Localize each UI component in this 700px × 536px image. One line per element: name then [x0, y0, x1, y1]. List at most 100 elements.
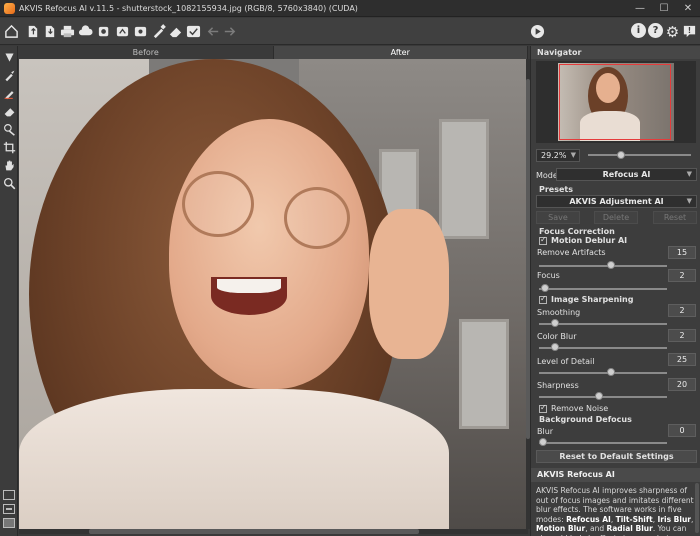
tool-panel [0, 46, 18, 536]
home-button[interactable] [3, 23, 20, 40]
open-file-button[interactable] [24, 23, 41, 40]
photo-glasses-right [284, 187, 350, 249]
chevron-down-icon: ▼ [570, 151, 576, 159]
navigator-header: Navigator [531, 46, 700, 59]
view-tabs: Before After [19, 46, 528, 59]
plugin-icon [116, 26, 129, 37]
motion-deblur-checkbox[interactable] [539, 235, 547, 245]
horizontal-scrollbar[interactable] [19, 529, 528, 534]
remove-noise-checkbox[interactable] [539, 403, 547, 413]
pen-tool[interactable] [2, 86, 16, 100]
undo-button[interactable] [205, 23, 222, 40]
apply-button[interactable] [185, 23, 202, 40]
mode-select[interactable]: Refocus AI ▼ [556, 168, 697, 181]
notifications-button[interactable]: ! [681, 23, 698, 40]
info-scrollbar[interactable] [695, 483, 699, 533]
cloud-upload-button[interactable] [77, 23, 94, 40]
remove-artifacts-value[interactable]: 15 [668, 246, 696, 259]
photo-face [169, 119, 369, 389]
eraser-button[interactable] [167, 23, 184, 40]
close-button[interactable]: ✕ [676, 0, 700, 17]
run-button[interactable] [529, 23, 546, 40]
preset-delete-button[interactable]: Delete [594, 211, 638, 224]
redo-icon [224, 27, 236, 36]
photo-window [459, 319, 509, 429]
settings-button[interactable]: ⚙ [664, 22, 681, 41]
reset-default-button[interactable]: Reset to Default Settings [536, 450, 697, 463]
sharpness-slider[interactable] [539, 396, 667, 398]
navigator-preview[interactable] [536, 61, 696, 143]
zoom-slider-knob[interactable] [617, 151, 625, 159]
preset-save-button[interactable]: Save [536, 211, 580, 224]
blur-value[interactable]: 0 [668, 424, 696, 437]
blur-label: Blur [537, 427, 554, 436]
smoothing-knob[interactable] [551, 319, 560, 327]
chevron-down-icon: ▼ [686, 170, 692, 178]
redo-button[interactable] [221, 23, 238, 40]
navigator-view-frame[interactable] [559, 64, 671, 140]
print-button[interactable] [59, 23, 76, 40]
preferences-icon [134, 26, 147, 37]
presets-title: Presets [539, 185, 574, 194]
split-view-icon[interactable] [3, 504, 15, 514]
zoom-select[interactable]: 29.2% ▼ [536, 149, 580, 162]
help-button[interactable]: ? [648, 23, 663, 38]
level-of-detail-knob[interactable] [607, 368, 616, 376]
focus-knob[interactable] [541, 284, 550, 292]
image-canvas[interactable] [19, 59, 526, 529]
open-file-icon [28, 25, 38, 38]
focus-area-tool[interactable] [2, 50, 16, 64]
single-view-icon[interactable] [3, 490, 15, 500]
background-color-icon[interactable] [3, 518, 15, 528]
sharpness-knob[interactable] [594, 392, 603, 400]
eraser-tool[interactable] [2, 104, 16, 118]
pen-icon [4, 90, 14, 99]
focus-label: Focus [537, 271, 560, 280]
zoom-tool[interactable] [2, 176, 16, 190]
selective-brush-tool[interactable] [2, 68, 16, 82]
history-brush-icon [3, 123, 15, 136]
background-defocus-title: Background Defocus [539, 415, 632, 424]
level-of-detail-slider[interactable] [539, 372, 667, 374]
focus-slider[interactable] [539, 288, 667, 290]
remove-artifacts-knob[interactable] [607, 261, 616, 269]
focus-value[interactable]: 2 [668, 269, 696, 282]
zoom-value: 29.2% [541, 151, 567, 160]
preset-select[interactable]: AKVIS Adjustment AI ▼ [536, 195, 697, 208]
level-of-detail-value[interactable]: 25 [668, 353, 696, 366]
sharpness-value[interactable]: 20 [668, 378, 696, 391]
preset-reset-button[interactable]: Reset [653, 211, 697, 224]
photo-window [439, 119, 489, 239]
color-blur-value[interactable]: 2 [668, 329, 696, 342]
color-blur-knob[interactable] [551, 343, 560, 351]
batch-button[interactable] [96, 23, 113, 40]
undo-icon [207, 27, 219, 36]
brush-button[interactable] [150, 23, 167, 40]
photo-sweater [19, 389, 449, 529]
about-button[interactable]: i [631, 23, 646, 38]
blur-slider[interactable] [539, 442, 667, 444]
tab-after[interactable]: After [273, 46, 528, 59]
remove-artifacts-slider[interactable] [539, 265, 667, 267]
smoothing-value[interactable]: 2 [668, 304, 696, 317]
gear-icon: ⚙ [665, 22, 680, 41]
image-sharpening-checkbox[interactable] [539, 294, 547, 304]
crop-tool[interactable] [2, 140, 16, 154]
minimize-button[interactable]: — [628, 0, 652, 17]
tab-before[interactable]: Before [19, 46, 274, 59]
maximize-button[interactable]: ☐ [652, 0, 676, 17]
info-text: AKVIS Refocus AI improves sharpness of o… [536, 486, 694, 536]
blur-knob[interactable] [539, 438, 547, 446]
hand-tool[interactable] [2, 158, 16, 172]
run-icon [530, 24, 545, 39]
history-brush-tool[interactable] [2, 122, 16, 136]
image-sharpening-label: Image Sharpening [551, 295, 634, 304]
scroll-thumb[interactable] [89, 529, 419, 534]
zoom-slider[interactable] [588, 154, 691, 156]
save-file-button[interactable] [41, 23, 58, 40]
check-icon [186, 25, 201, 38]
plugin-button[interactable] [114, 23, 131, 40]
app-logo-icon [4, 2, 15, 14]
crop-icon [3, 141, 15, 153]
preferences-button[interactable] [132, 23, 149, 40]
